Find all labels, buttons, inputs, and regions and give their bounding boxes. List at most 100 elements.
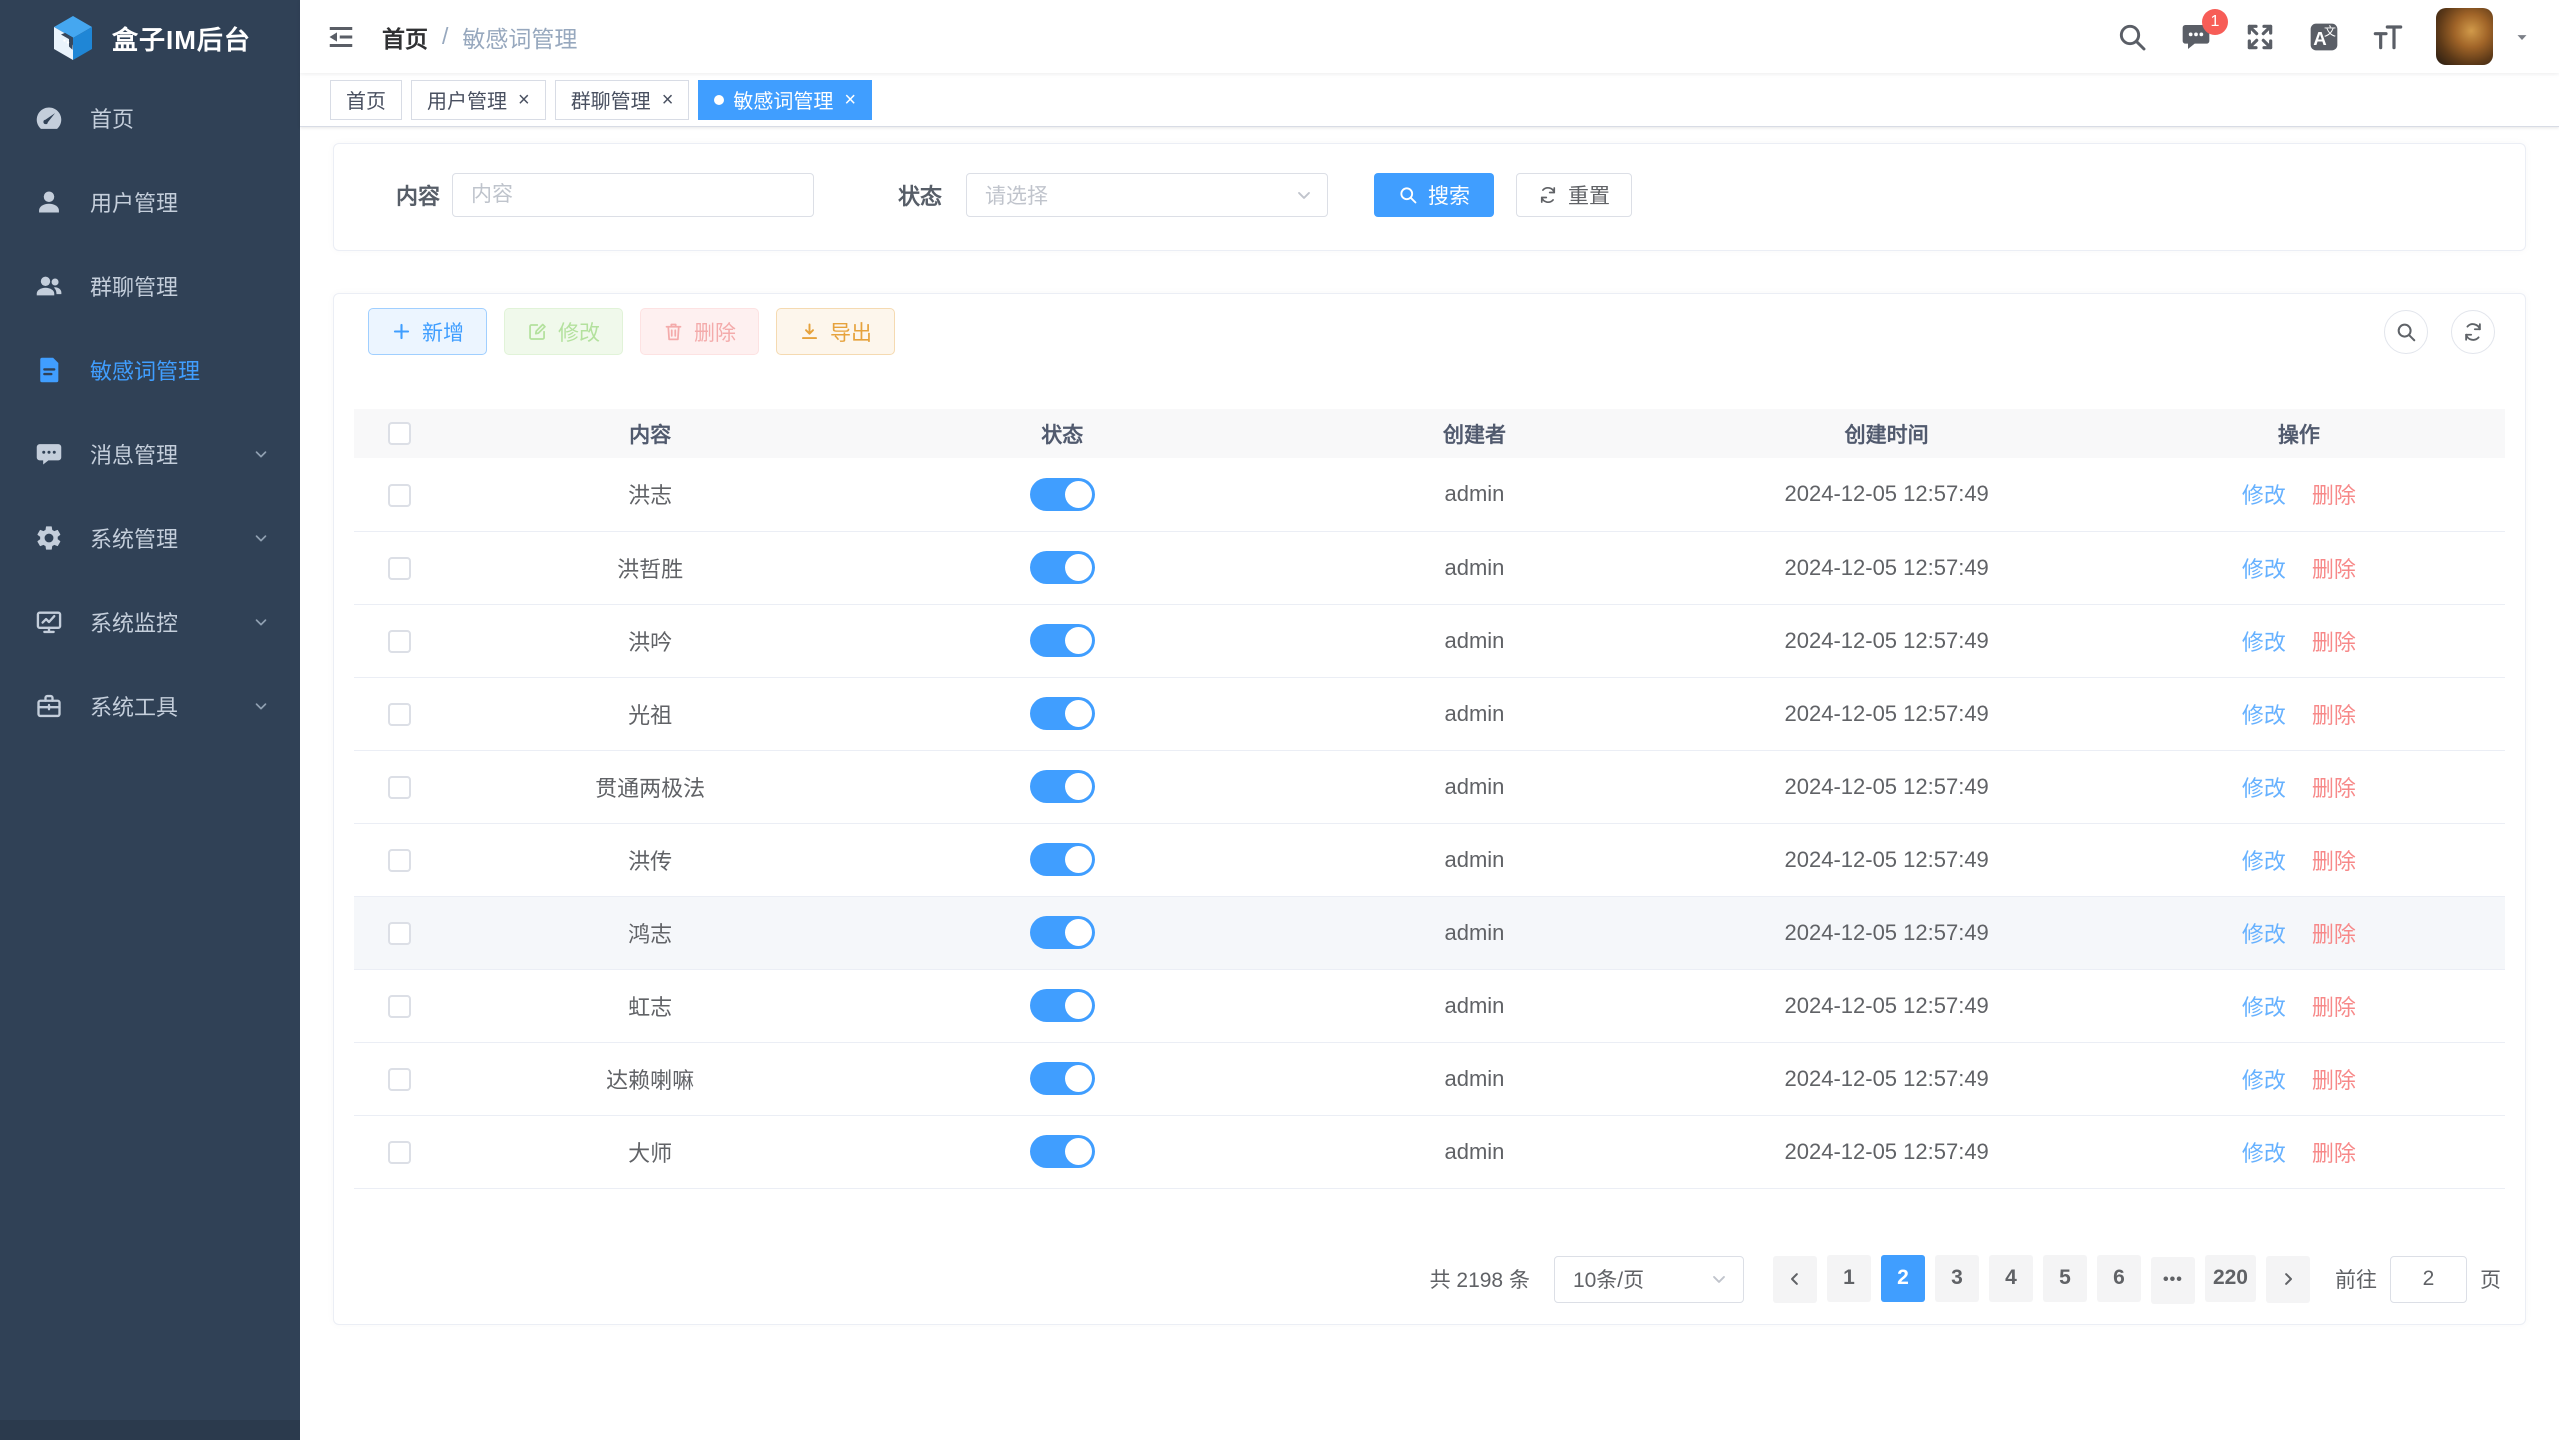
row-checkbox[interactable] [388, 922, 411, 945]
edit-link[interactable]: 修改 [2242, 1068, 2286, 1093]
status-toggle[interactable] [1030, 916, 1095, 949]
status-toggle[interactable] [1030, 1062, 1095, 1095]
row-checkbox[interactable] [388, 630, 411, 653]
edit-link[interactable]: 修改 [2242, 630, 2286, 655]
translate-icon[interactable]: A文 [2308, 21, 2340, 53]
status-toggle[interactable] [1030, 624, 1095, 657]
svg-text:文: 文 [2324, 23, 2336, 38]
avatar[interactable] [2436, 8, 2493, 65]
status-toggle[interactable] [1030, 843, 1095, 876]
sidebar-item-sensitive-words[interactable]: 敏感词管理 [0, 328, 300, 412]
page-button-4[interactable]: 4 [1989, 1255, 2033, 1302]
row-checkbox[interactable] [388, 703, 411, 726]
page-size-select[interactable]: 10条/页 [1554, 1256, 1744, 1303]
page-size-value: 10条/页 [1573, 1264, 1644, 1294]
table-row: 虹志admin2024-12-05 12:57:49修改删除 [354, 969, 2505, 1042]
tab-home[interactable]: 首页 [330, 80, 402, 120]
delete-link[interactable]: 删除 [2312, 1141, 2356, 1166]
breadcrumb-item-home[interactable]: 首页 [382, 20, 428, 54]
row-checkbox[interactable] [388, 849, 411, 872]
page-button-220[interactable]: 220 [2205, 1255, 2256, 1302]
creator-cell: admin [1268, 969, 1680, 1042]
delete-link[interactable]: 删除 [2312, 483, 2356, 508]
delete-link[interactable]: 删除 [2312, 849, 2356, 874]
search-button[interactable]: 搜索 [1374, 173, 1494, 217]
sidebar-item-users[interactable]: 用户管理 [0, 160, 300, 244]
tab-sensitive-words[interactable]: 敏感词管理× [698, 80, 872, 120]
content-cell: 贯通两极法 [444, 750, 856, 823]
font-size-icon[interactable] [2372, 21, 2404, 53]
tab-close-icon[interactable]: × [844, 90, 856, 110]
search-icon[interactable] [2116, 21, 2148, 53]
page-button-2[interactable]: 2 [1881, 1255, 1925, 1302]
delete-link[interactable]: 删除 [2312, 995, 2356, 1020]
delete-link[interactable]: 删除 [2312, 1068, 2356, 1093]
sidebar-item-monitor[interactable]: 系统监控 [0, 580, 300, 664]
delete-link[interactable]: 删除 [2312, 557, 2356, 582]
row-checkbox[interactable] [388, 484, 411, 507]
edit-link[interactable]: 修改 [2242, 483, 2286, 508]
status-toggle[interactable] [1030, 478, 1095, 511]
chevron-down-icon [1294, 185, 1314, 205]
edit-link[interactable]: 修改 [2242, 557, 2286, 582]
table-row: 大师admin2024-12-05 12:57:49修改删除 [354, 1115, 2505, 1188]
tab-label: 用户管理 [427, 85, 507, 114]
edit-link[interactable]: 修改 [2242, 776, 2286, 801]
main-column: 首页 / 敏感词管理 1 A文 首页用户管理×群聊管理×敏感词管理× [300, 0, 2559, 1440]
delete-button[interactable]: 删除 [640, 308, 759, 355]
sidebar-item-system[interactable]: 系统管理 [0, 496, 300, 580]
status-toggle[interactable] [1030, 1135, 1095, 1168]
edit-link[interactable]: 修改 [2242, 849, 2286, 874]
edit-button[interactable]: 修改 [504, 308, 623, 355]
sidebar-item-messages[interactable]: 消息管理 [0, 412, 300, 496]
goto-input[interactable] [2390, 1256, 2467, 1303]
fullscreen-icon[interactable] [2244, 21, 2276, 53]
page-button-5[interactable]: 5 [2043, 1255, 2087, 1302]
page-button-3[interactable]: 3 [1935, 1255, 1979, 1302]
row-checkbox[interactable] [388, 1068, 411, 1091]
page-ellipsis[interactable]: ••• [2151, 1257, 2195, 1304]
row-checkbox[interactable] [388, 995, 411, 1018]
message-icon [34, 440, 64, 468]
delete-link[interactable]: 删除 [2312, 630, 2356, 655]
status-select[interactable]: 请选择 [966, 173, 1328, 217]
status-toggle[interactable] [1030, 770, 1095, 803]
status-toggle[interactable] [1030, 989, 1095, 1022]
tab-close-icon[interactable]: × [662, 90, 674, 110]
sidebar-item-groups[interactable]: 群聊管理 [0, 244, 300, 328]
edit-link[interactable]: 修改 [2242, 1141, 2286, 1166]
tab-user-mgmt[interactable]: 用户管理 × [411, 80, 546, 120]
app-logo[interactable]: 盒子IM后台 [0, 0, 300, 76]
table-header-row: 内容 状态 创建者 创建时间 操作 [354, 409, 2505, 458]
next-page-button[interactable] [2266, 1256, 2310, 1303]
select-all-checkbox[interactable] [388, 422, 411, 445]
prev-page-button[interactable] [1773, 1256, 1817, 1303]
messages-button[interactable]: 1 [2180, 21, 2212, 53]
export-button[interactable]: 导出 [776, 308, 895, 355]
delete-link[interactable]: 删除 [2312, 703, 2356, 728]
status-toggle[interactable] [1030, 551, 1095, 584]
users-icon [34, 272, 64, 300]
sidebar-fold-button[interactable] [326, 22, 356, 52]
page-button-1[interactable]: 1 [1827, 1255, 1871, 1302]
row-checkbox[interactable] [388, 1141, 411, 1164]
delete-link[interactable]: 删除 [2312, 922, 2356, 947]
row-checkbox[interactable] [388, 557, 411, 580]
chevron-down-icon[interactable] [2513, 28, 2531, 46]
content-input[interactable] [452, 173, 814, 217]
tab-group-mgmt[interactable]: 群聊管理× [555, 80, 690, 120]
table-refresh-button[interactable] [2451, 310, 2495, 354]
sidebar-item-tools[interactable]: 系统工具 [0, 664, 300, 748]
tab-close-icon[interactable]: × [518, 90, 530, 110]
status-toggle[interactable] [1030, 697, 1095, 730]
row-checkbox[interactable] [388, 776, 411, 799]
edit-link[interactable]: 修改 [2242, 922, 2286, 947]
delete-link[interactable]: 删除 [2312, 776, 2356, 801]
edit-link[interactable]: 修改 [2242, 995, 2286, 1020]
edit-link[interactable]: 修改 [2242, 703, 2286, 728]
table-search-button[interactable] [2384, 310, 2428, 354]
sidebar-item-home[interactable]: 首页 [0, 76, 300, 160]
reset-button[interactable]: 重置 [1516, 173, 1632, 217]
add-button[interactable]: 新增 [368, 308, 487, 355]
page-button-6[interactable]: 6 [2097, 1255, 2141, 1302]
